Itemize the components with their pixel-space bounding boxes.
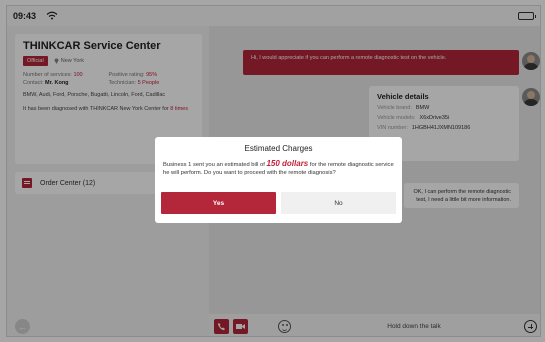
estimated-charges-dialog: Estimated Charges Business 1 sent you an… bbox=[155, 137, 402, 223]
yes-button[interactable]: Yes bbox=[161, 192, 276, 214]
dialog-message: Business 1 sent you an estimated bill of… bbox=[163, 158, 394, 177]
no-button[interactable]: No bbox=[281, 192, 396, 214]
dialog-body-prefix: Business 1 sent you an estimated bill of bbox=[163, 162, 265, 168]
estimated-amount: 150 dollars bbox=[266, 159, 309, 168]
dialog-title: Estimated Charges bbox=[244, 144, 313, 153]
dialog-actions: Yes No bbox=[161, 192, 396, 214]
